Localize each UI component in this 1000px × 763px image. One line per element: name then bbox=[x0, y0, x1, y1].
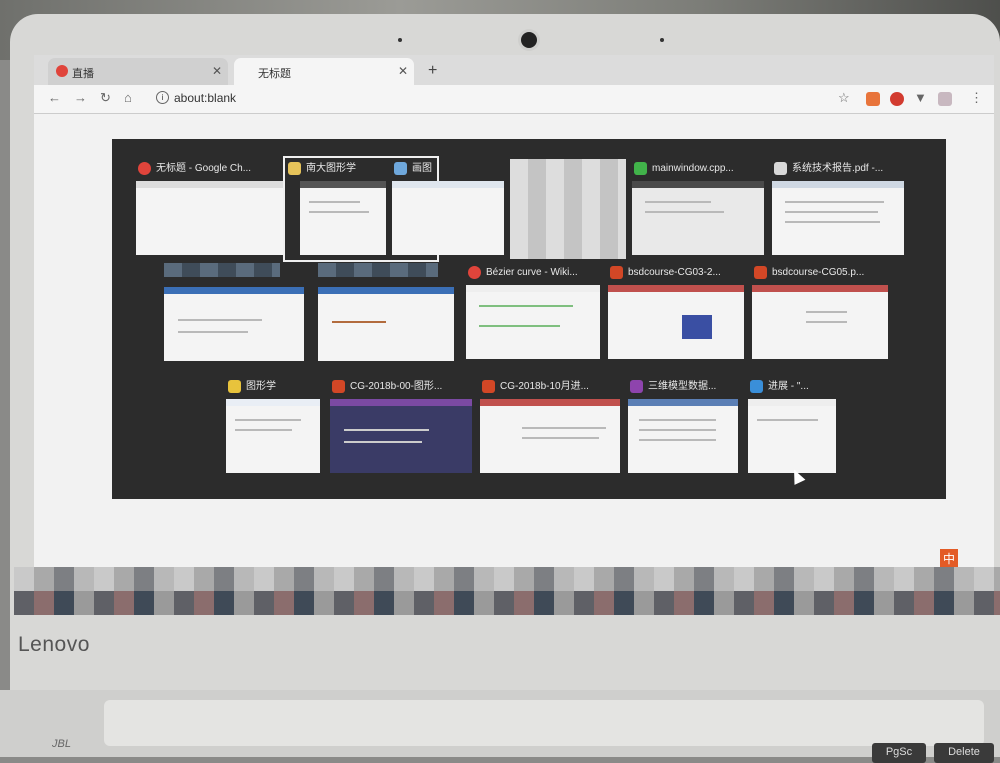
tab-untitled[interactable]: 无标题 ✕ bbox=[234, 58, 414, 85]
live-favicon-icon bbox=[56, 65, 68, 77]
speaker-brand-logo: JBL bbox=[52, 738, 71, 750]
window-title: Bézier curve - Wiki... bbox=[486, 267, 578, 278]
taskbar-blurred-row bbox=[14, 591, 1000, 615]
folder-image-icon bbox=[288, 162, 301, 175]
address-text: about:blank bbox=[174, 91, 237, 105]
window-item-blurred-word[interactable] bbox=[164, 263, 314, 373]
reload-icon[interactable]: ↻ bbox=[100, 90, 111, 106]
window-thumbnail bbox=[318, 287, 454, 361]
powerpoint-icon bbox=[754, 266, 767, 279]
winrar-icon bbox=[630, 380, 643, 393]
window-title: 图形学 bbox=[246, 381, 276, 392]
window-thumbnail bbox=[752, 285, 888, 359]
window-title: 系统技术报告.pdf -... bbox=[792, 163, 884, 174]
qt-creator-icon bbox=[634, 162, 647, 175]
sensor-dot bbox=[398, 38, 402, 42]
key-delete[interactable]: Delete bbox=[934, 743, 994, 763]
slide-graphic bbox=[682, 315, 712, 339]
chrome-icon bbox=[138, 162, 151, 175]
powerpoint-icon bbox=[610, 266, 623, 279]
window-thumbnail bbox=[608, 285, 744, 359]
home-icon[interactable]: ⌂ bbox=[124, 90, 132, 105]
window-title: 无标题 - Google Ch... bbox=[156, 163, 252, 174]
menu-icon[interactable]: ⋮ bbox=[970, 90, 983, 106]
window-thumbnail bbox=[466, 285, 600, 359]
window-item-blurred-doc[interactable] bbox=[318, 263, 468, 373]
window-item-pdf-report[interactable]: 系统技术报告.pdf -... bbox=[772, 159, 922, 269]
window-item-cg-2018b-00[interactable]: CG-2018b-00-图形... bbox=[330, 377, 480, 487]
screen: 直播 ✕ 无标题 ✕ + ← → ↻ ⌂ i about:blank ☆ ▼ ⋮… bbox=[34, 55, 994, 600]
window-item-cg-2018b-progress[interactable]: CG-2018b-10月进... bbox=[480, 377, 630, 487]
window-item-bsdcourse-cg03[interactable]: bsdcourse-CG03-2... bbox=[608, 263, 758, 373]
extension-icon[interactable] bbox=[866, 92, 880, 106]
browser-toolbar: ← → ↻ ⌂ i about:blank ☆ ▼ ⋮ bbox=[34, 85, 994, 114]
window-thumbnail bbox=[480, 399, 620, 473]
window-title: 画图 bbox=[412, 163, 432, 174]
adblock-icon[interactable] bbox=[890, 92, 904, 106]
app-icon bbox=[750, 380, 763, 393]
chrome-icon bbox=[468, 266, 481, 279]
close-icon[interactable]: ✕ bbox=[212, 64, 222, 78]
window-thumbnail bbox=[632, 181, 764, 255]
pdf-icon bbox=[774, 162, 787, 175]
powerpoint-icon bbox=[332, 380, 345, 393]
info-icon[interactable]: i bbox=[156, 91, 169, 104]
tab-label: 无标题 bbox=[258, 68, 291, 80]
back-icon[interactable]: ← bbox=[48, 90, 61, 105]
window-thumbnail bbox=[136, 181, 284, 255]
new-tab-icon[interactable]: + bbox=[428, 62, 437, 80]
tab-live[interactable]: 直播 ✕ bbox=[48, 58, 228, 85]
window-title: bsdcourse-CG05.p... bbox=[772, 267, 865, 278]
blurred-title bbox=[318, 263, 438, 277]
tab-strip: 直播 ✕ 无标题 ✕ + bbox=[34, 55, 994, 85]
laptop-hinge bbox=[104, 700, 984, 746]
webcam bbox=[521, 32, 537, 48]
alt-tab-switcher: 无标题 - Google Ch... 南大图形学 画图 mainwindow.c… bbox=[112, 139, 946, 499]
blurred-thumbnail bbox=[510, 159, 626, 259]
window-thumbnail bbox=[772, 181, 904, 255]
extension-arrow-icon[interactable]: ▼ bbox=[914, 90, 927, 105]
window-title: 进展 - "... bbox=[768, 381, 809, 392]
window-thumbnail bbox=[748, 399, 836, 473]
window-item-mainwindow-cpp[interactable]: mainwindow.cpp... bbox=[632, 159, 782, 269]
forward-icon[interactable]: → bbox=[74, 90, 87, 105]
sensor-dot bbox=[660, 38, 664, 42]
star-icon[interactable]: ☆ bbox=[838, 90, 850, 106]
window-thumbnail bbox=[300, 181, 386, 255]
address-bar[interactable]: i about:blank bbox=[152, 88, 832, 109]
ime-indicator[interactable]: 中 bbox=[940, 549, 959, 568]
window-thumbnail bbox=[226, 399, 320, 473]
window-title: 南大图形学 bbox=[306, 163, 356, 174]
window-title: 三维模型数据... bbox=[648, 381, 717, 392]
window-thumbnail bbox=[330, 399, 472, 473]
paint-icon bbox=[394, 162, 407, 175]
key-pgsc[interactable]: PgSc bbox=[872, 743, 926, 763]
window-thumbnail bbox=[164, 287, 304, 361]
window-item-bezier-wiki[interactable]: Bézier curve - Wiki... bbox=[466, 263, 616, 373]
close-icon[interactable]: ✕ bbox=[398, 64, 408, 78]
window-title: CG-2018b-00-图形... bbox=[350, 381, 443, 392]
window-item-bsdcourse-cg05[interactable]: bsdcourse-CG05.p... bbox=[752, 263, 902, 373]
window-title: CG-2018b-10月进... bbox=[500, 381, 589, 392]
window-item-progress-app[interactable]: 进展 - "... bbox=[748, 377, 898, 487]
blurred-title bbox=[164, 263, 280, 277]
window-title: mainwindow.cpp... bbox=[652, 163, 734, 174]
tab-label: 直播 bbox=[72, 68, 94, 80]
window-title: bsdcourse-CG03-2... bbox=[628, 267, 721, 278]
profile-avatar[interactable] bbox=[938, 92, 952, 106]
folder-icon bbox=[228, 380, 241, 393]
laptop-brand-logo: Lenovo bbox=[18, 633, 90, 656]
window-item-chrome-untitled[interactable]: 无标题 - Google Ch... bbox=[136, 159, 286, 269]
window-thumbnail bbox=[392, 181, 504, 255]
powerpoint-icon bbox=[482, 380, 495, 393]
window-thumbnail bbox=[628, 399, 738, 473]
